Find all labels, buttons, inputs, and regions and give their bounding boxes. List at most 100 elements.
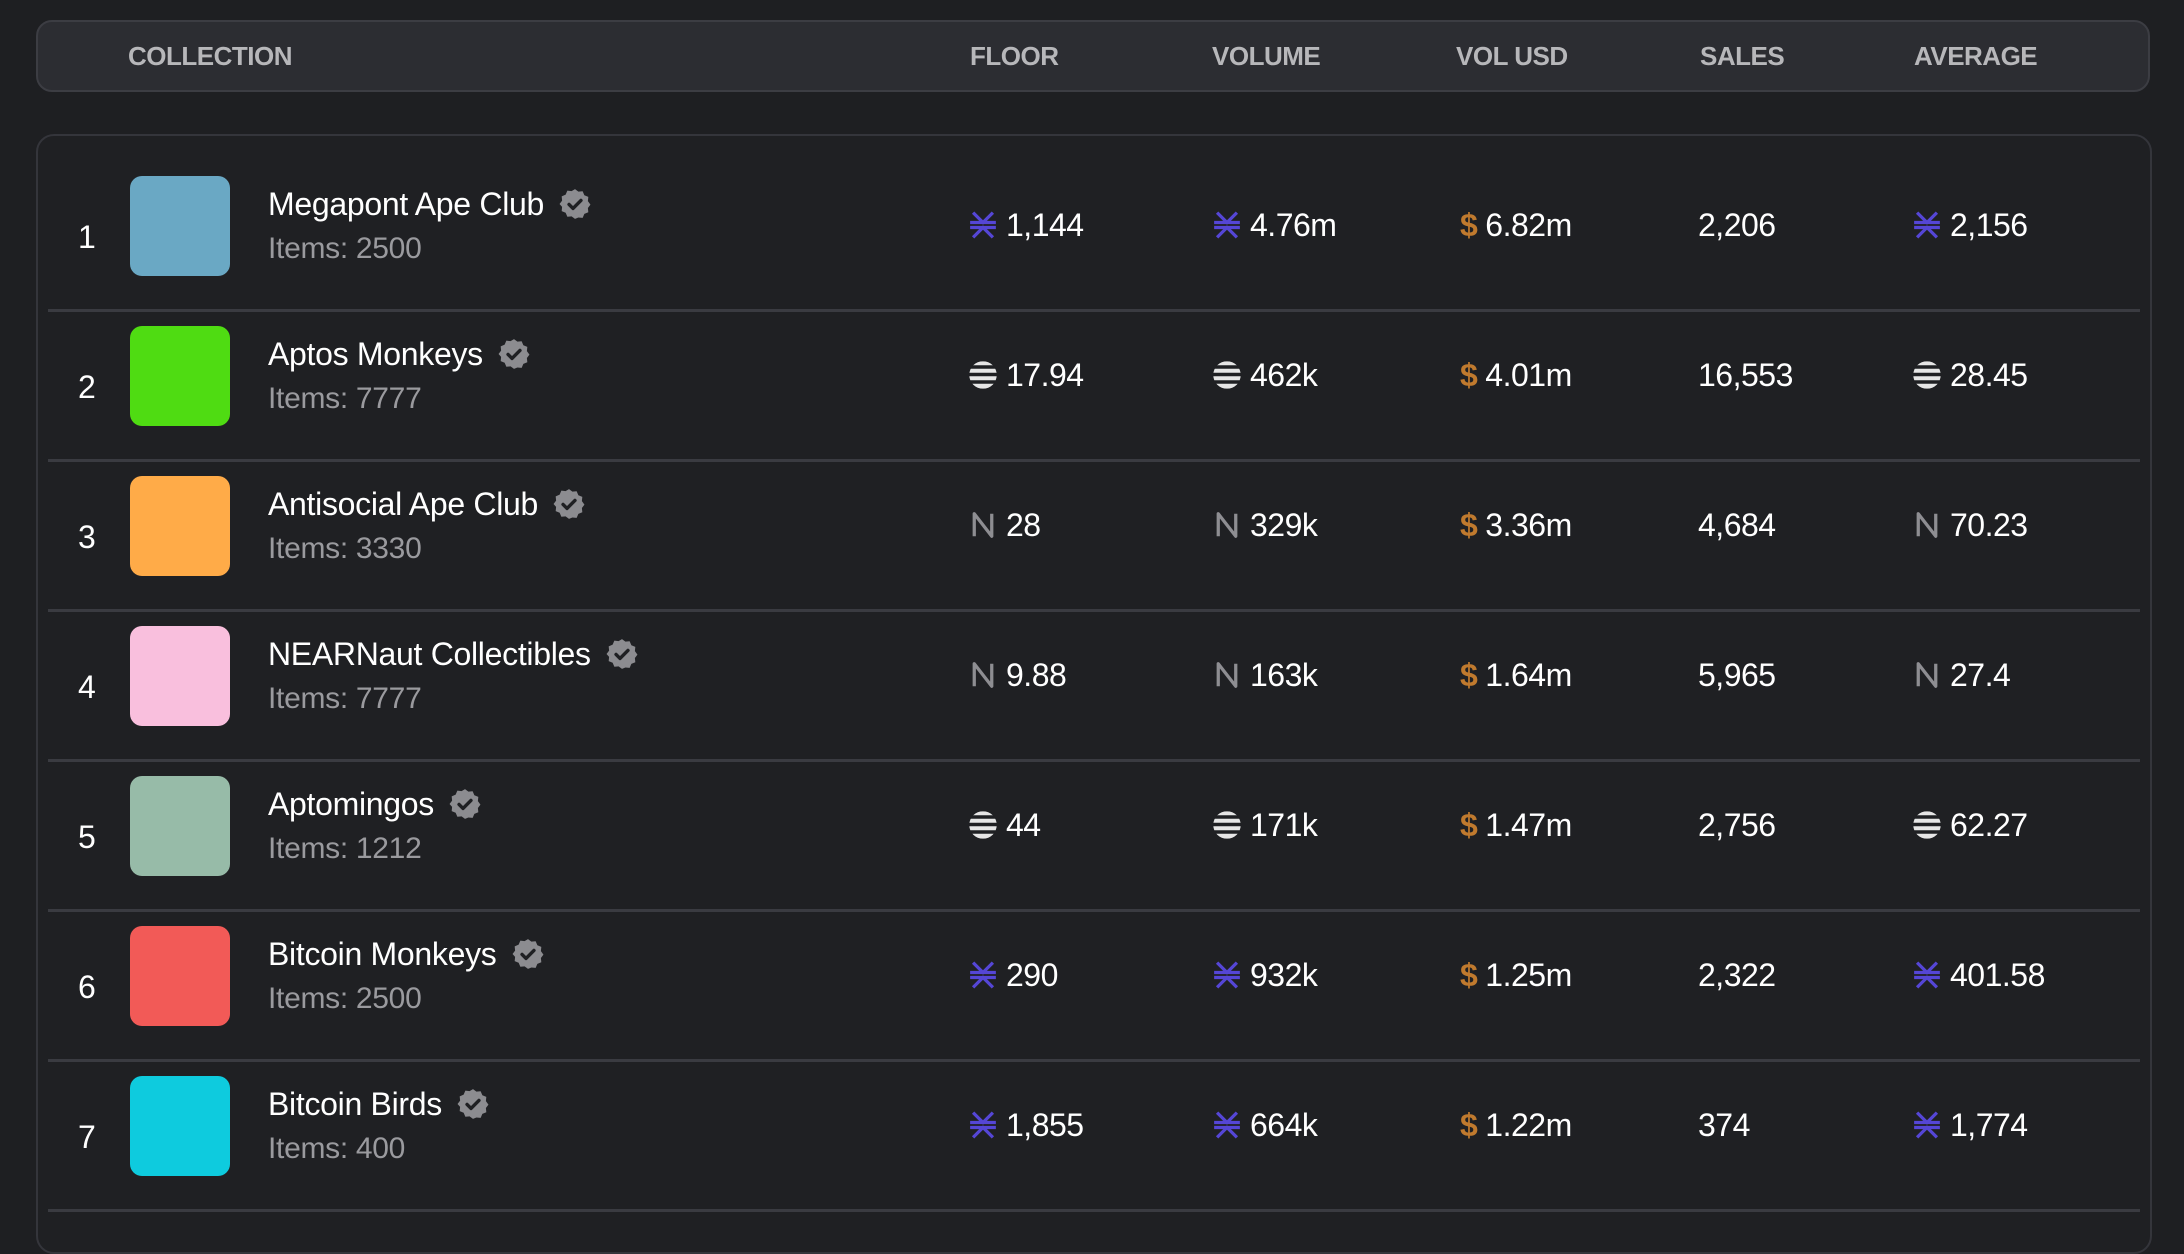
column-header-vol-usd[interactable]: VOL USD (1456, 22, 1568, 90)
vol-usd-value: 6.82m (1485, 206, 1572, 243)
average-value: 2,156 (1950, 206, 2028, 243)
average-cell: 28.45 (1912, 312, 2028, 438)
verified-badge-icon (457, 1089, 489, 1119)
column-header-collection[interactable]: COLLECTION (128, 22, 293, 90)
aptos-icon (968, 360, 998, 390)
items-count: Items: 7777 (268, 682, 422, 715)
column-header-sales[interactable]: SALES (1700, 22, 1785, 90)
near-icon (1212, 510, 1242, 540)
aptos-icon (1912, 810, 1942, 840)
table-row-1[interactable]: 1 Megapont Ape Club Items: 2500 1,144 4.… (48, 162, 2140, 312)
vol-usd-value: 1.22m (1485, 1106, 1572, 1143)
sales-cell: 5,965 (1698, 612, 1776, 738)
collection-thumbnail[interactable] (130, 776, 230, 876)
vol-usd-value: 1.25m (1485, 956, 1572, 993)
collection-name[interactable]: Megapont Ape Club (268, 186, 544, 223)
table-row-5[interactable]: 5 Aptomingos Items: 1212 44 171k $1.47m … (48, 762, 2140, 912)
collection-thumbnail[interactable] (130, 476, 230, 576)
volume-cell: 932k (1212, 912, 1318, 1038)
collection-name[interactable]: Aptomingos (268, 786, 434, 823)
sales-value: 2,322 (1698, 956, 1776, 993)
aptos-icon (1212, 810, 1242, 840)
sales-value: 374 (1698, 1106, 1750, 1143)
dollar-icon: $ (1460, 1106, 1478, 1143)
average-value: 28.45 (1950, 356, 2028, 393)
volume-value: 462k (1250, 356, 1318, 393)
column-header-volume[interactable]: VOLUME (1212, 22, 1321, 90)
near-icon (1212, 660, 1242, 690)
dollar-icon: $ (1460, 806, 1478, 843)
floor-cell: 17.94 (968, 312, 1084, 438)
volume-cell: 462k (1212, 312, 1318, 438)
stacks-icon (968, 210, 998, 240)
items-count: Items: 2500 (268, 982, 422, 1015)
collection-thumbnail[interactable] (130, 176, 230, 276)
collection-thumbnail[interactable] (130, 626, 230, 726)
average-cell: 1,774 (1912, 1062, 2028, 1188)
table-row-7[interactable]: 7 Bitcoin Birds Items: 400 1,855 664k $1… (48, 1062, 2140, 1212)
vol-usd-cell: $1.64m (1460, 612, 1572, 738)
stacks-icon (1912, 960, 1942, 990)
collection-name[interactable]: NEARNaut Collectibles (268, 636, 591, 673)
collection-name[interactable]: Bitcoin Monkeys (268, 936, 497, 973)
floor-value: 44 (1006, 806, 1041, 843)
collections-table: 1 Megapont Ape Club Items: 2500 1,144 4.… (36, 134, 2152, 1254)
stacks-icon (1212, 1110, 1242, 1140)
volume-value: 932k (1250, 956, 1318, 993)
collection-thumbnail[interactable] (130, 1076, 230, 1176)
rank: 1 (78, 219, 96, 255)
floor-cell: 290 (968, 912, 1058, 1038)
sales-cell: 4,684 (1698, 462, 1776, 588)
near-icon (968, 510, 998, 540)
collection-name[interactable]: Bitcoin Birds (268, 1086, 442, 1123)
floor-value: 1,144 (1006, 206, 1084, 243)
rank: 4 (78, 669, 96, 705)
collection-thumbnail[interactable] (130, 326, 230, 426)
collection-name[interactable]: Antisocial Ape Club (268, 486, 538, 523)
collection-name[interactable]: Aptos Monkeys (268, 336, 483, 373)
column-header-floor[interactable]: FLOOR (970, 22, 1059, 90)
floor-value: 17.94 (1006, 356, 1084, 393)
sales-value: 5,965 (1698, 656, 1776, 693)
average-value: 27.4 (1950, 656, 2011, 693)
rank: 7 (78, 1119, 96, 1155)
vol-usd-cell: $4.01m (1460, 312, 1572, 438)
dollar-icon: $ (1460, 956, 1478, 993)
verified-badge-icon (559, 189, 591, 219)
average-cell: 70.23 (1912, 462, 2028, 588)
collection-thumbnail[interactable] (130, 926, 230, 1026)
column-header-average[interactable]: AVERAGE (1914, 22, 2038, 90)
vol-usd-value: 3.36m (1485, 506, 1572, 543)
table-header: COLLECTION FLOOR VOLUME VOL USD SALES AV… (36, 20, 2150, 92)
table-row-3[interactable]: 3 Antisocial Ape Club Items: 3330 28 329… (48, 462, 2140, 612)
stacks-icon (1212, 960, 1242, 990)
sales-cell: 2,756 (1698, 762, 1776, 888)
floor-cell: 44 (968, 762, 1041, 888)
floor-value: 290 (1006, 956, 1058, 993)
vol-usd-value: 1.64m (1485, 656, 1572, 693)
sales-value: 2,756 (1698, 806, 1776, 843)
sales-value: 2,206 (1698, 206, 1776, 243)
sales-cell: 2,206 (1698, 162, 1776, 288)
vol-usd-value: 1.47m (1485, 806, 1572, 843)
average-cell: 401.58 (1912, 912, 2045, 1038)
stacks-icon (1212, 210, 1242, 240)
stacks-icon (1912, 210, 1942, 240)
verified-badge-icon (553, 489, 585, 519)
rank: 6 (78, 969, 96, 1005)
stacks-icon (968, 1110, 998, 1140)
floor-cell: 1,144 (968, 162, 1084, 288)
sales-cell: 374 (1698, 1062, 1750, 1188)
volume-cell: 163k (1212, 612, 1318, 738)
verified-badge-icon (606, 639, 638, 669)
table-row-6[interactable]: 6 Bitcoin Monkeys Items: 2500 290 932k $… (48, 912, 2140, 1062)
average-cell: 2,156 (1912, 162, 2028, 288)
sales-value: 16,553 (1698, 356, 1793, 393)
near-icon (968, 660, 998, 690)
verified-badge-icon (449, 789, 481, 819)
dollar-icon: $ (1460, 356, 1478, 393)
table-row-4[interactable]: 4 NEARNaut Collectibles Items: 7777 9.88… (48, 612, 2140, 762)
volume-value: 4.76m (1250, 206, 1337, 243)
table-row-2[interactable]: 2 Aptos Monkeys Items: 7777 17.94 462k $… (48, 312, 2140, 462)
volume-cell: 171k (1212, 762, 1318, 888)
